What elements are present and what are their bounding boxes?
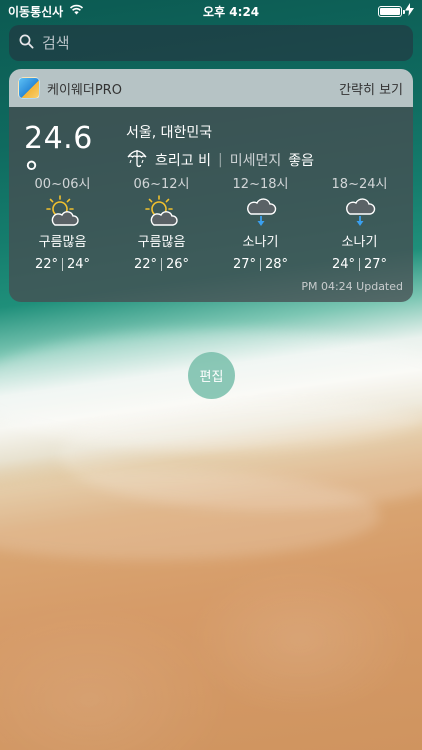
search-input[interactable] <box>42 34 403 52</box>
forecast-low: 27° <box>232 257 256 272</box>
current-info: 서울, 대한민국 흐리고 비 | 미세먼지 좋음 <box>126 121 314 172</box>
battery-icon <box>378 5 405 17</box>
forecast-time: 18~24시 <box>331 177 388 192</box>
show-less-button[interactable]: 간략히 보기 <box>339 79 403 98</box>
widget-app-name: 케이웨더PRO <box>47 82 122 98</box>
status-bar: 이동통신사 오후 4:24 <box>0 0 422 22</box>
charging-bolt-icon <box>405 3 414 19</box>
location-label: 서울, 대한민국 <box>126 125 213 141</box>
forecast-high: 28° <box>265 257 289 272</box>
widget-app-info: 케이웨더PRO <box>18 77 122 99</box>
forecast-slot: 00~06시 구름많음 22° 24° <box>13 173 112 272</box>
current-weather: 24.6 ° 서울, 대한민국 흐리고 비 | 미세먼지 좋음 <box>9 107 413 191</box>
temp-separator <box>62 258 63 271</box>
forecast-time: 12~18시 <box>232 177 289 192</box>
temp-separator <box>260 258 261 271</box>
partly-cloudy-sun-icon <box>45 195 79 226</box>
fine-dust-label: 미세먼지 <box>229 153 282 169</box>
kweather-app-icon <box>18 77 40 99</box>
fine-dust-value: 좋음 <box>288 153 314 169</box>
condition-divider: | <box>217 152 223 168</box>
rain-shower-icon <box>246 198 276 226</box>
forecast-time: 06~12시 <box>133 177 190 192</box>
forecast-condition: 구름많음 <box>137 235 186 250</box>
weather-widget[interactable]: 케이웨더PRO 간략히 보기 24.6 ° 서울, 대한민국 흐리고 비 | 미… <box>9 69 413 302</box>
temp-separator <box>359 258 360 271</box>
forecast-temps: 22° 24° <box>35 257 90 272</box>
forecast-temps: 22° 26° <box>134 257 189 272</box>
current-condition-row: 흐리고 비 | 미세먼지 좋음 <box>126 148 314 172</box>
status-time: 오후 4:24 <box>203 4 260 19</box>
widget-header: 케이웨더PRO 간략히 보기 <box>9 69 413 107</box>
umbrella-rain-icon <box>126 148 148 172</box>
search-icon <box>19 34 34 53</box>
forecast-high: 24° <box>67 257 91 272</box>
forecast-condition: 소나기 <box>242 235 279 250</box>
forecast-high: 26° <box>166 257 190 272</box>
forecast-row: 00~06시 구름많음 22° 24° 06~12시 구름많음 22° 26° … <box>9 173 413 272</box>
forecast-high: 27° <box>364 257 388 272</box>
forecast-temps: 27° 28° <box>233 257 288 272</box>
temp-separator <box>161 258 162 271</box>
rain-shower-icon <box>345 198 375 226</box>
forecast-low: 22° <box>34 257 58 272</box>
updated-timestamp: PM 04:24 Updated <box>301 280 403 293</box>
forecast-low: 22° <box>133 257 157 272</box>
battery-level-fill <box>380 7 400 15</box>
forecast-low: 24° <box>331 257 355 272</box>
forecast-slot: 12~18시 소나기 27° 28° <box>211 173 310 272</box>
forecast-slot: 06~12시 구름많음 22° 26° <box>112 173 211 272</box>
current-condition: 흐리고 비 <box>155 153 211 169</box>
partly-cloudy-sun-icon <box>144 195 178 226</box>
status-left: 이동통신사 <box>8 3 84 20</box>
forecast-condition: 구름많음 <box>38 235 87 250</box>
wifi-icon <box>69 4 84 18</box>
status-right <box>378 3 414 19</box>
edit-button[interactable]: 편집 <box>188 352 235 399</box>
forecast-time: 00~06시 <box>34 177 91 192</box>
forecast-temps: 24° 27° <box>332 257 387 272</box>
search-bar[interactable] <box>9 25 413 61</box>
forecast-condition: 소나기 <box>341 235 378 250</box>
forecast-slot: 18~24시 소나기 24° 27° <box>310 173 409 272</box>
carrier-label: 이동통신사 <box>8 4 64 19</box>
